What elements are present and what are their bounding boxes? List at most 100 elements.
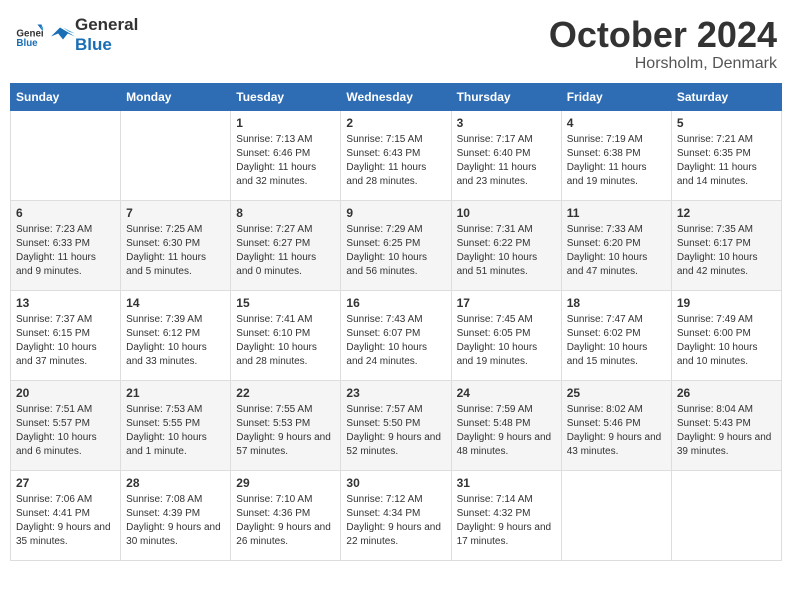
calendar-week-row: 13Sunrise: 7:37 AM Sunset: 6:15 PM Dayli… (11, 290, 782, 380)
calendar-week-row: 6 Sunrise: 7:23 AM Sunset: 6:33 PM Daylig… (11, 200, 782, 290)
day-detail: Sunrise: 7:41 AM Sunset: 6:10 PM Dayligh… (236, 313, 335, 369)
day-detail: Sunrise: 7:43 AM Sunset: 6:07 PM Dayligh… (346, 313, 445, 369)
day-number: 26 (677, 386, 776, 400)
calendar-cell: 15Sunrise: 7:41 AM Sunset: 6:10 PM Dayli… (231, 290, 341, 380)
calendar-cell: 3Sunrise: 7:17 AM Sunset: 6:40 PM Daylig… (451, 110, 561, 200)
day-detail: Sunrise: 7:53 AM Sunset: 5:55 PM Dayligh… (126, 403, 225, 459)
calendar-cell: 30 Sunrise: 7:12 AM Sunset: 4:34 PM Dayli… (341, 470, 451, 560)
day-number: 20 (16, 386, 115, 400)
calendar-cell: 14Sunrise: 7:39 AM Sunset: 6:12 PM Dayli… (121, 290, 231, 380)
day-number: 22 (236, 386, 335, 400)
calendar-cell: 6 Sunrise: 7:23 AM Sunset: 6:33 PM Daylig… (11, 200, 121, 290)
day-number: 8 (236, 206, 335, 220)
weekday-header-wednesday: Wednesday (341, 83, 451, 110)
calendar-cell: 19 Sunrise: 7:49 AM Sunset: 6:00 PM Dayli… (671, 290, 781, 380)
calendar-cell: 9 Sunrise: 7:29 AM Sunset: 6:25 PM Daylig… (341, 200, 451, 290)
day-number: 18 (567, 296, 666, 310)
day-number: 29 (236, 476, 335, 490)
calendar-cell: 20 Sunrise: 7:51 AM Sunset: 5:57 PM Dayli… (11, 380, 121, 470)
day-detail: Sunrise: 7:06 AM Sunset: 4:41 PM Dayligh… (16, 493, 115, 549)
day-number: 7 (126, 206, 225, 220)
day-number: 12 (677, 206, 776, 220)
weekday-header-sunday: Sunday (11, 83, 121, 110)
weekday-header-thursday: Thursday (451, 83, 561, 110)
day-detail: Sunrise: 7:45 AM Sunset: 6:05 PM Dayligh… (457, 313, 556, 369)
day-number: 19 (677, 296, 776, 310)
month-title: October 2024 (549, 15, 777, 55)
calendar-cell: 26Sunrise: 8:04 AM Sunset: 5:43 PM Dayli… (671, 380, 781, 470)
day-number: 21 (126, 386, 225, 400)
day-number: 6 (16, 206, 115, 220)
calendar-cell: 7 Sunrise: 7:25 AM Sunset: 6:30 PM Daylig… (121, 200, 231, 290)
day-detail: Sunrise: 7:25 AM Sunset: 6:30 PM Dayligh… (126, 223, 225, 279)
day-number: 2 (346, 116, 445, 130)
day-detail: Sunrise: 7:55 AM Sunset: 5:53 PM Dayligh… (236, 403, 335, 459)
logo-bird-icon (45, 20, 75, 50)
logo-blue: Blue (75, 35, 112, 54)
calendar-cell (561, 470, 671, 560)
day-detail: Sunrise: 7:14 AM Sunset: 4:32 PM Dayligh… (457, 493, 556, 549)
day-detail: Sunrise: 7:57 AM Sunset: 5:50 PM Dayligh… (346, 403, 445, 459)
calendar-cell: 21 Sunrise: 7:53 AM Sunset: 5:55 PM Dayli… (121, 380, 231, 470)
calendar-week-row: 27Sunrise: 7:06 AM Sunset: 4:41 PM Dayli… (11, 470, 782, 560)
day-number: 10 (457, 206, 556, 220)
calendar-cell: 18Sunrise: 7:47 AM Sunset: 6:02 PM Dayli… (561, 290, 671, 380)
day-number: 11 (567, 206, 666, 220)
day-detail: Sunrise: 7:31 AM Sunset: 6:22 PM Dayligh… (457, 223, 556, 279)
calendar-table: SundayMondayTuesdayWednesdayThursdayFrid… (10, 83, 782, 561)
location-title: Horsholm, Denmark (549, 55, 777, 73)
logo-icon: General Blue (15, 21, 43, 49)
calendar-cell: 10 Sunrise: 7:31 AM Sunset: 6:22 PM Dayli… (451, 200, 561, 290)
day-number: 16 (346, 296, 445, 310)
calendar-cell: 1Sunrise: 7:13 AM Sunset: 6:46 PM Daylig… (231, 110, 341, 200)
day-detail: Sunrise: 7:13 AM Sunset: 6:46 PM Dayligh… (236, 133, 335, 189)
calendar-week-row: 20 Sunrise: 7:51 AM Sunset: 5:57 PM Dayli… (11, 380, 782, 470)
day-detail: Sunrise: 7:35 AM Sunset: 6:17 PM Dayligh… (677, 223, 776, 279)
day-number: 5 (677, 116, 776, 130)
logo: General Blue General Blue (15, 15, 138, 55)
title-block: October 2024 Horsholm, Denmark (549, 15, 777, 73)
day-number: 30 (346, 476, 445, 490)
weekday-header-row: SundayMondayTuesdayWednesdayThursdayFrid… (11, 83, 782, 110)
day-detail: Sunrise: 7:12 AM Sunset: 4:34 PM Dayligh… (346, 493, 445, 549)
day-number: 3 (457, 116, 556, 130)
day-detail: Sunrise: 7:51 AM Sunset: 5:57 PM Dayligh… (16, 403, 115, 459)
day-number: 14 (126, 296, 225, 310)
weekday-header-friday: Friday (561, 83, 671, 110)
calendar-week-row: 1Sunrise: 7:13 AM Sunset: 6:46 PM Daylig… (11, 110, 782, 200)
calendar-cell: 11 Sunrise: 7:33 AM Sunset: 6:20 PM Dayli… (561, 200, 671, 290)
day-number: 31 (457, 476, 556, 490)
day-detail: Sunrise: 7:33 AM Sunset: 6:20 PM Dayligh… (567, 223, 666, 279)
calendar-cell (121, 110, 231, 200)
day-detail: Sunrise: 7:37 AM Sunset: 6:15 PM Dayligh… (16, 313, 115, 369)
calendar-cell: 2Sunrise: 7:15 AM Sunset: 6:43 PM Daylig… (341, 110, 451, 200)
calendar-cell: 13Sunrise: 7:37 AM Sunset: 6:15 PM Dayli… (11, 290, 121, 380)
svg-text:Blue: Blue (16, 38, 38, 49)
weekday-header-saturday: Saturday (671, 83, 781, 110)
weekday-header-tuesday: Tuesday (231, 83, 341, 110)
calendar-cell: 17 Sunrise: 7:45 AM Sunset: 6:05 PM Dayli… (451, 290, 561, 380)
day-number: 4 (567, 116, 666, 130)
calendar-cell: 29 Sunrise: 7:10 AM Sunset: 4:36 PM Dayli… (231, 470, 341, 560)
calendar-cell: 24Sunrise: 7:59 AM Sunset: 5:48 PM Dayli… (451, 380, 561, 470)
day-detail: Sunrise: 7:23 AM Sunset: 6:33 PM Dayligh… (16, 223, 115, 279)
page-header: General Blue General Blue October 2024 H… (10, 10, 782, 73)
day-detail: Sunrise: 7:10 AM Sunset: 4:36 PM Dayligh… (236, 493, 335, 549)
calendar-cell: 12 Sunrise: 7:35 AM Sunset: 6:17 PM Dayli… (671, 200, 781, 290)
weekday-header-monday: Monday (121, 83, 231, 110)
calendar-cell (11, 110, 121, 200)
calendar-cell: 27Sunrise: 7:06 AM Sunset: 4:41 PM Dayli… (11, 470, 121, 560)
day-number: 17 (457, 296, 556, 310)
day-number: 9 (346, 206, 445, 220)
day-detail: Sunrise: 7:49 AM Sunset: 6:00 PM Dayligh… (677, 313, 776, 369)
calendar-cell: 22 Sunrise: 7:55 AM Sunset: 5:53 PM Dayli… (231, 380, 341, 470)
day-number: 28 (126, 476, 225, 490)
day-detail: Sunrise: 7:29 AM Sunset: 6:25 PM Dayligh… (346, 223, 445, 279)
calendar-cell: 28Sunrise: 7:08 AM Sunset: 4:39 PM Dayli… (121, 470, 231, 560)
calendar-cell (671, 470, 781, 560)
day-detail: Sunrise: 7:27 AM Sunset: 6:27 PM Dayligh… (236, 223, 335, 279)
day-detail: Sunrise: 7:21 AM Sunset: 6:35 PM Dayligh… (677, 133, 776, 189)
day-detail: Sunrise: 7:19 AM Sunset: 6:38 PM Dayligh… (567, 133, 666, 189)
calendar-cell: 16 Sunrise: 7:43 AM Sunset: 6:07 PM Dayli… (341, 290, 451, 380)
day-number: 25 (567, 386, 666, 400)
